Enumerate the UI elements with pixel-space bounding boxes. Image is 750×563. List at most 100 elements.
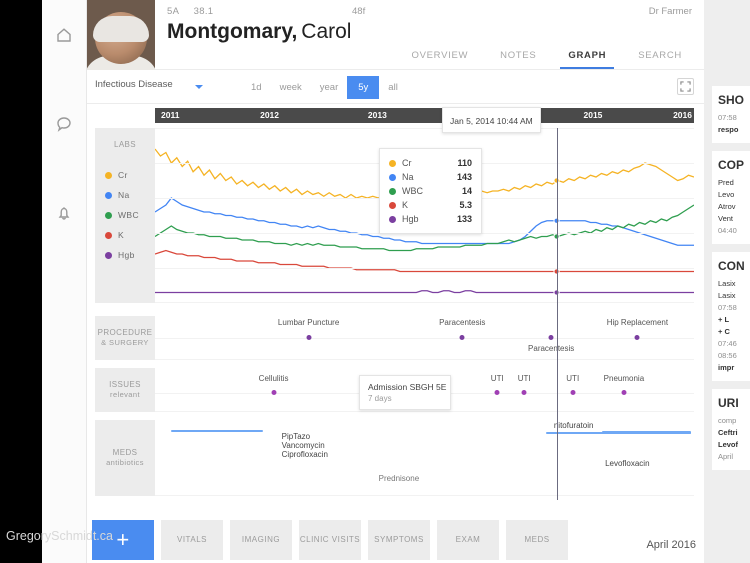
tooltip-dot-hgb [389,215,396,223]
cursor-date-label: Jan 5, 2014 10:44 AM [450,116,533,126]
year-2013: 2013 [367,110,387,120]
tab-clinic-visits[interactable]: CLINIC VISITS [299,519,361,560]
tooltip-value-hgb: 133 [456,214,472,224]
right-card-shortness[interactable]: SHO 07:58 respo [712,86,750,143]
procedure-marker [306,335,312,340]
tab-symptoms[interactable]: SYMPTOMS [368,519,430,560]
right-card-line: Vent [718,214,734,223]
right-card-line: 07:58 [718,303,737,312]
labs-title: LABS [113,140,137,149]
timeline-body: 2011 2012 2013 2014 2015 2016 Jan 5, 201… [87,104,704,563]
issue-marker [521,390,527,395]
med-label-nitofuratoin: nitofuratoin [553,421,594,430]
right-card-line: Atrov [718,202,736,211]
chat-bubble-icon[interactable] [42,101,87,146]
tooltip-row-cr: Cr 110 [389,156,472,170]
tooltip-label-wbc: WBC [402,186,423,196]
year-2016: 2016 [673,110,692,120]
issues-subtitle: relevant [110,390,140,400]
med-duration-bar[interactable] [602,431,692,434]
procedure-label: Lumbar Puncture [277,318,340,327]
issue-label: UTI [566,374,580,383]
range-week[interactable]: week [271,77,311,98]
right-card-consult[interactable]: CON Lasix Lasix 07:58 + L + C 07:46 08:5… [712,252,750,381]
procedure-marker [548,335,554,340]
legend-dot-hgb [105,251,112,259]
cursor-date-tooltip: Jan 5, 2014 10:44 AM [442,107,541,133]
legend-dot-cr [105,171,112,179]
chevron-down-icon[interactable] [195,85,203,89]
legend-dot-k [105,231,112,239]
range-5y[interactable]: 5y [347,75,380,99]
meds-section-label: MEDS antibiotics [95,420,155,496]
right-card-line: impr [718,363,735,372]
tooltip-value-cr: 110 [457,158,472,168]
tooltip-dot-cr [389,159,396,167]
right-card-copd[interactable]: COP Pred Levo Atrov Vent 04:40 [712,151,750,244]
admission-tooltip-title: Admission SBGH 5E [368,382,447,392]
tooltip-row-hgb: Hgb 133 [389,212,472,226]
right-card-heading: URI [718,396,739,410]
meds-plot: PipTazo Vancomycin Ciprofloxacin Prednis… [155,420,694,496]
tab-meds[interactable]: MEDS [506,519,568,560]
right-card-line: Levo [718,190,735,199]
procedure-marker [634,335,640,340]
tab-search[interactable]: SEARCH [622,50,698,69]
med-duration-bar[interactable] [171,430,263,432]
legend-item-na[interactable]: Na [105,190,130,201]
issue-marker [621,390,627,395]
temperature-label: 38.1 [193,6,214,17]
procedures-title: PROCEDURE [97,328,153,338]
tab-imaging[interactable]: IMAGING [230,519,292,560]
issue-marker [494,390,500,395]
year-2011: 2011 [161,110,180,120]
legend-dot-na [105,191,112,199]
bell-icon[interactable] [42,190,87,235]
tooltip-label-hgb: Hgb [402,214,419,224]
right-card-uri[interactable]: URI comp Ceftri Levof April [712,389,750,470]
patient-room-temp: 5A 38.1 [167,6,213,17]
category-select[interactable]: Infectious Disease [95,79,173,90]
tab-overview[interactable]: OVERVIEW [396,50,485,69]
year-2015: 2015 [583,110,603,120]
year-axis: 2011 2012 2013 2014 2015 2016 [155,108,694,123]
home-icon[interactable] [42,12,87,57]
legend-label-hgb: Hgb [118,250,135,260]
right-card-line: respo [718,125,739,134]
patient-last-name: Montgomary, [167,20,298,43]
tab-graph[interactable]: GRAPH [552,50,622,69]
timeline-cursor[interactable] [557,128,558,500]
procedures-section-label: PROCEDURE & SURGERY [95,316,155,360]
legend-label-wbc: WBC [118,210,140,220]
right-card-line: 04:40 [718,226,737,235]
tooltip-value-na: 143 [456,172,472,182]
admission-tooltip-detail: 7 days [368,394,392,403]
right-card-line: comp [718,416,737,425]
right-card-line: 07:58 [718,113,737,122]
range-1d[interactable]: 1d [242,77,271,98]
tab-vitals[interactable]: VITALS [161,519,223,560]
tooltip-label-na: Na [402,172,414,182]
issue-marker [271,390,277,395]
fullscreen-icon[interactable] [677,78,694,95]
med-label-piptazo: PipTazo [281,432,311,441]
tab-notes[interactable]: NOTES [484,50,552,69]
tab-exam[interactable]: EXAM [437,519,499,560]
footer-date-label: April 2016 [646,539,696,551]
issue-label: UTI [490,374,504,383]
issue-marker [570,390,576,395]
procedure-label: Hip Replacement [606,318,669,327]
range-year[interactable]: year [311,77,347,98]
issue-label: UTI [517,374,531,383]
labs-value-tooltip: Cr 110 Na 143 WBC 14 K 5.3 Hgb 133 [379,148,482,234]
right-card-line: Ceftri [718,428,738,437]
range-all[interactable]: all [379,77,407,98]
tooltip-value-k: 5.3 [459,200,472,210]
med-label-vancomycin: Vancomycin [281,441,325,450]
room-label: 5A [167,6,179,17]
avatar [87,0,155,70]
legend-item-hgb[interactable]: Hgb [105,250,135,261]
legend-item-wbc[interactable]: WBC [105,210,139,221]
legend-item-k[interactable]: K [105,230,124,241]
legend-item-cr[interactable]: Cr [105,170,128,181]
